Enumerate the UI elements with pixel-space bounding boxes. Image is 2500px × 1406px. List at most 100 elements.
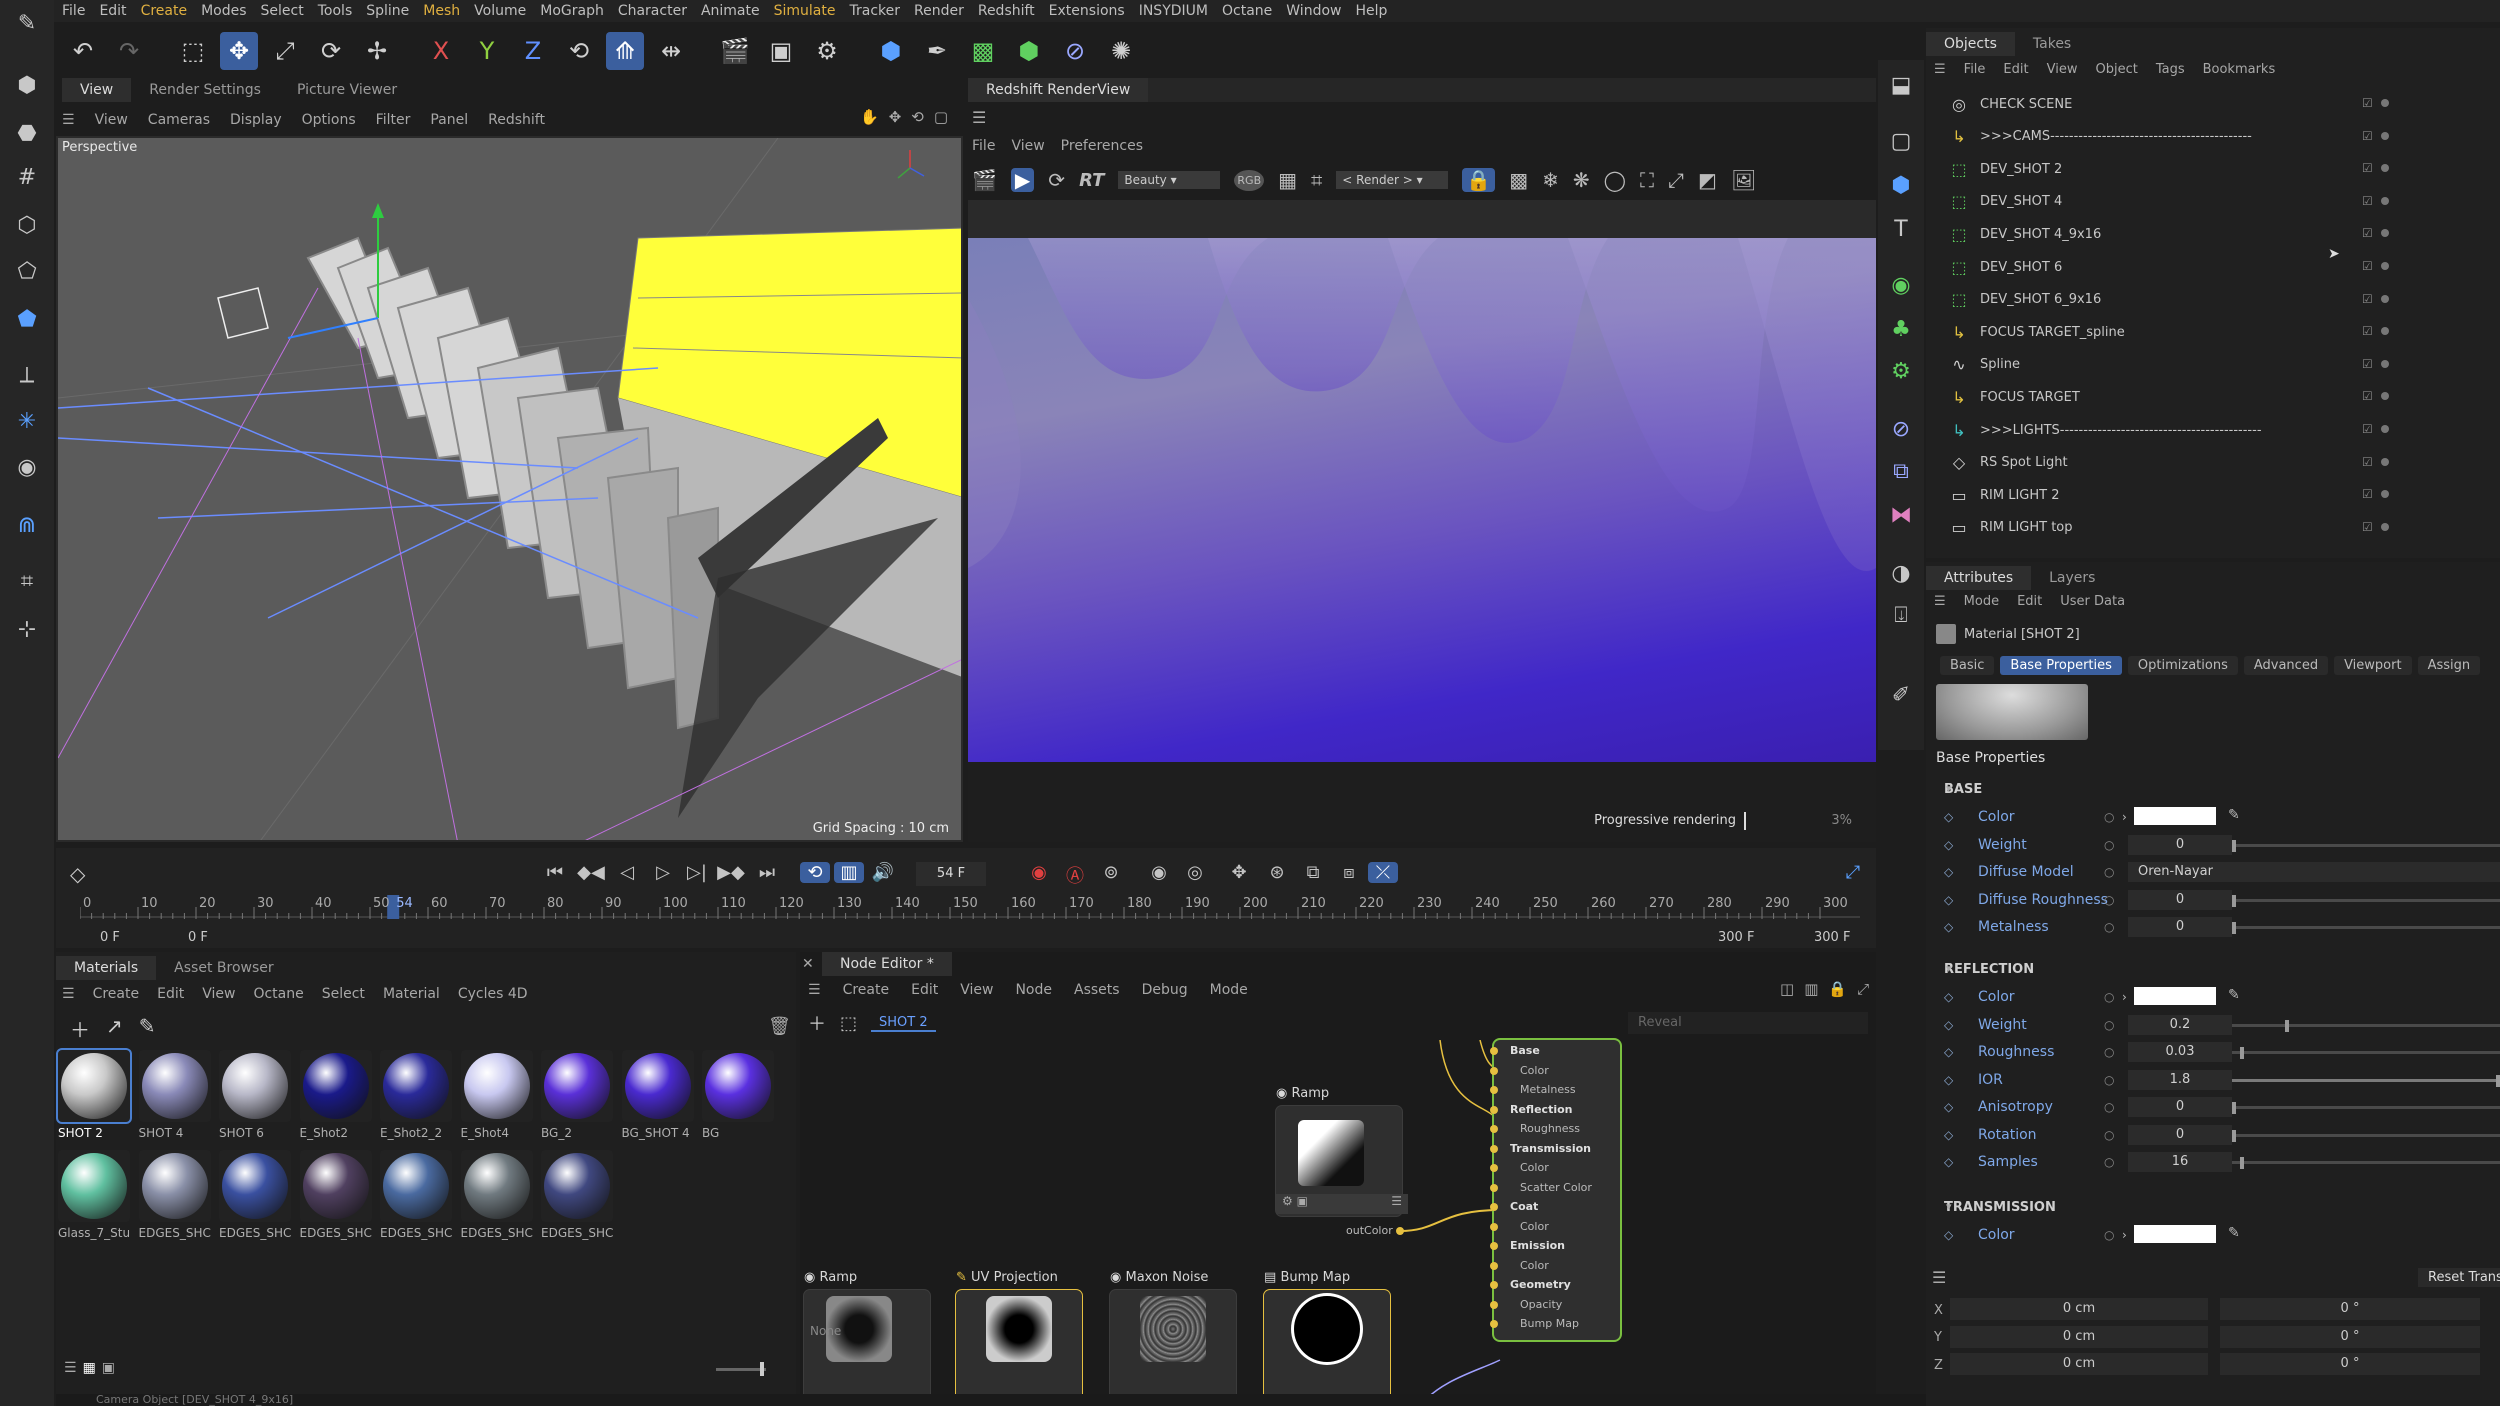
- menu-edit[interactable]: Edit: [99, 3, 140, 19]
- node-editor-menu-assets[interactable]: Assets: [1074, 982, 1120, 998]
- thumbnail-size-slider[interactable]: [716, 1362, 766, 1376]
- tweak-icon[interactable]: ✳: [12, 406, 42, 436]
- viewport-menu-redshift[interactable]: Redshift: [488, 112, 545, 128]
- mograph-icon[interactable]: ♣: [1886, 314, 1916, 344]
- object-row[interactable]: ▭ RIM LIGHT 2: [1948, 479, 2500, 511]
- layer-icon[interactable]: ☑: [2362, 487, 2373, 501]
- subtab-advanced[interactable]: Advanced: [2243, 656, 2329, 675]
- next-key-icon[interactable]: ▶◆: [716, 862, 746, 883]
- interpolation-icon[interactable]: ⤫: [1368, 862, 1398, 883]
- keyframe-selection-icon[interactable]: ⊚: [1096, 862, 1126, 883]
- viewport-tab-1[interactable]: Render Settings: [131, 78, 279, 102]
- visibility-dot-icon[interactable]: [2380, 392, 2389, 401]
- animate-dot-icon[interactable]: ○: [2104, 1018, 2114, 1032]
- object-row[interactable]: ↳ >>>CAMS--------------------------------…: [1948, 121, 2500, 153]
- visibility-dot-icon[interactable]: [2380, 294, 2389, 303]
- viewport-menu-panel[interactable]: Panel: [430, 112, 468, 128]
- layout2-icon[interactable]: ▥: [1804, 980, 1818, 998]
- material-thumbnail[interactable]: E_Shot2: [299, 1050, 372, 1140]
- object-row[interactable]: ⬚ DEV_SHOT 6: [1948, 251, 2500, 283]
- section-collapse-icon[interactable]: ▾: [1946, 962, 1952, 975]
- renderview-hamburger-icon[interactable]: ☰: [972, 108, 986, 127]
- viewport-tab-2[interactable]: Picture Viewer: [279, 78, 415, 102]
- fullscreen-icon[interactable]: ⤢: [1668, 168, 1684, 192]
- menu-modes[interactable]: Modes: [201, 3, 260, 19]
- node-editor-menu-edit[interactable]: Edit: [911, 982, 938, 998]
- material-thumbnail[interactable]: EDGES_SHC: [460, 1150, 533, 1240]
- material-tag-icon[interactable]: ⬚: [840, 1013, 857, 1034]
- attr-slider[interactable]: [2232, 1074, 2500, 1087]
- material-thumbnail[interactable]: E_Shot4: [460, 1050, 533, 1140]
- animate-dot-icon[interactable]: ○: [2104, 1100, 2114, 1114]
- object-row[interactable]: ∿ Spline: [1948, 349, 2500, 381]
- color-picker-icon[interactable]: ✎: [2228, 807, 2240, 823]
- attributes-hamburger-icon[interactable]: ☰: [1934, 594, 1946, 609]
- layer-icon[interactable]: ☑: [2362, 161, 2373, 175]
- layer-icon[interactable]: ☑: [2362, 357, 2373, 371]
- menu-animate[interactable]: Animate: [701, 3, 774, 19]
- attr-slider[interactable]: [2232, 894, 2500, 907]
- attr-value-field[interactable]: 0: [2128, 917, 2232, 937]
- render-view-icon[interactable]: ▣: [762, 32, 800, 70]
- object-row[interactable]: ◇ RS Spot Light: [1948, 447, 2500, 479]
- objects-menu-bookmarks[interactable]: Bookmarks: [2203, 62, 2276, 77]
- animate-dot-icon[interactable]: ○: [2104, 1228, 2114, 1242]
- rotation-field[interactable]: 0 °: [2220, 1353, 2480, 1375]
- ramp-outcolor-pin[interactable]: [1396, 1227, 1404, 1235]
- snowflake-icon[interactable]: ❄: [1542, 168, 1559, 192]
- objects-menu-edit[interactable]: Edit: [2003, 62, 2028, 77]
- materials-menu-view[interactable]: View: [202, 986, 235, 1002]
- subtab-assign[interactable]: Assign: [2417, 656, 2481, 675]
- material-thumbnail[interactable]: BG: [702, 1050, 774, 1140]
- rotate-icon[interactable]: ⟳: [312, 32, 350, 70]
- object-row[interactable]: ◎ CHECK SCENE: [1948, 88, 2500, 120]
- layout-icon[interactable]: ◫: [1780, 980, 1794, 998]
- scale-key-icon[interactable]: ✥: [1224, 862, 1254, 883]
- position-field[interactable]: 0 cm: [1950, 1353, 2208, 1375]
- menu-mograph[interactable]: MoGraph: [540, 3, 618, 19]
- animate-dot-icon[interactable]: ○: [2104, 865, 2114, 879]
- add-node-icon[interactable]: ＋: [808, 1010, 826, 1036]
- position-key-icon[interactable]: ◉: [1144, 862, 1174, 883]
- color-swatch[interactable]: [2134, 1225, 2216, 1243]
- material-thumbnail[interactable]: SHOT 6: [219, 1050, 291, 1140]
- add-material-icon[interactable]: ＋: [70, 1014, 90, 1043]
- objects-menu-object[interactable]: Object: [2095, 62, 2137, 77]
- bump-map-node[interactable]: [1264, 1290, 1390, 1400]
- material-thumbnail[interactable]: SHOT 4: [138, 1050, 211, 1140]
- attr-slider[interactable]: [2232, 1047, 2500, 1059]
- generator-icon[interactable]: ◉: [1886, 270, 1916, 300]
- attr-value-field[interactable]: 16: [2128, 1152, 2232, 1172]
- trash-icon[interactable]: 🗑: [768, 1016, 791, 1037]
- subtab-basic[interactable]: Basic: [1940, 656, 1995, 675]
- param-key-icon[interactable]: ⊛: [1262, 862, 1292, 883]
- object-status[interactable]: ☑: [2362, 96, 2389, 110]
- material-thumbnail[interactable]: EDGES_SHC: [219, 1150, 291, 1240]
- menu-extensions[interactable]: Extensions: [1049, 3, 1139, 19]
- keyframe-diamond-icon[interactable]: ◇: [1944, 1073, 1968, 1087]
- material-thumbnail[interactable]: BG_SHOT 4: [621, 1050, 694, 1140]
- subtab-optimizations[interactable]: Optimizations: [2127, 656, 2238, 675]
- attributes-tab-1[interactable]: Layers: [2031, 566, 2113, 590]
- z-axis-icon[interactable]: Z: [514, 32, 552, 70]
- node-editor-close-icon[interactable]: ✕: [802, 956, 814, 972]
- large-view-icon[interactable]: ▣: [102, 1360, 115, 1376]
- menu-volume[interactable]: Volume: [474, 3, 540, 19]
- keyframe-diamond-icon[interactable]: ◇: [1944, 990, 1968, 1004]
- visibility-dot-icon[interactable]: [2380, 490, 2389, 499]
- material-input-pin[interactable]: [1490, 1222, 1498, 1231]
- object-status[interactable]: ☑: [2362, 422, 2389, 436]
- light-icon[interactable]: ⍗: [1886, 600, 1916, 630]
- axis-icon[interactable]: ⟂: [12, 360, 42, 390]
- objects-menu-tags[interactable]: Tags: [2156, 62, 2185, 77]
- uv-projection-node[interactable]: [956, 1290, 1082, 1400]
- expand-icon[interactable]: ›: [2122, 810, 2127, 824]
- transfer-icon[interactable]: ⇹: [652, 32, 690, 70]
- rgb-icon[interactable]: RGB: [1234, 169, 1265, 191]
- visibility-dot-icon[interactable]: [2380, 99, 2389, 107]
- visibility-dot-icon[interactable]: [2380, 457, 2389, 466]
- material-input-pin[interactable]: [1490, 1183, 1498, 1192]
- spline-pen-icon[interactable]: ✒: [918, 32, 956, 70]
- hamburger-icon[interactable]: ☰: [62, 112, 75, 128]
- reset-transform-button[interactable]: Reset Transform: [2418, 1268, 2500, 1287]
